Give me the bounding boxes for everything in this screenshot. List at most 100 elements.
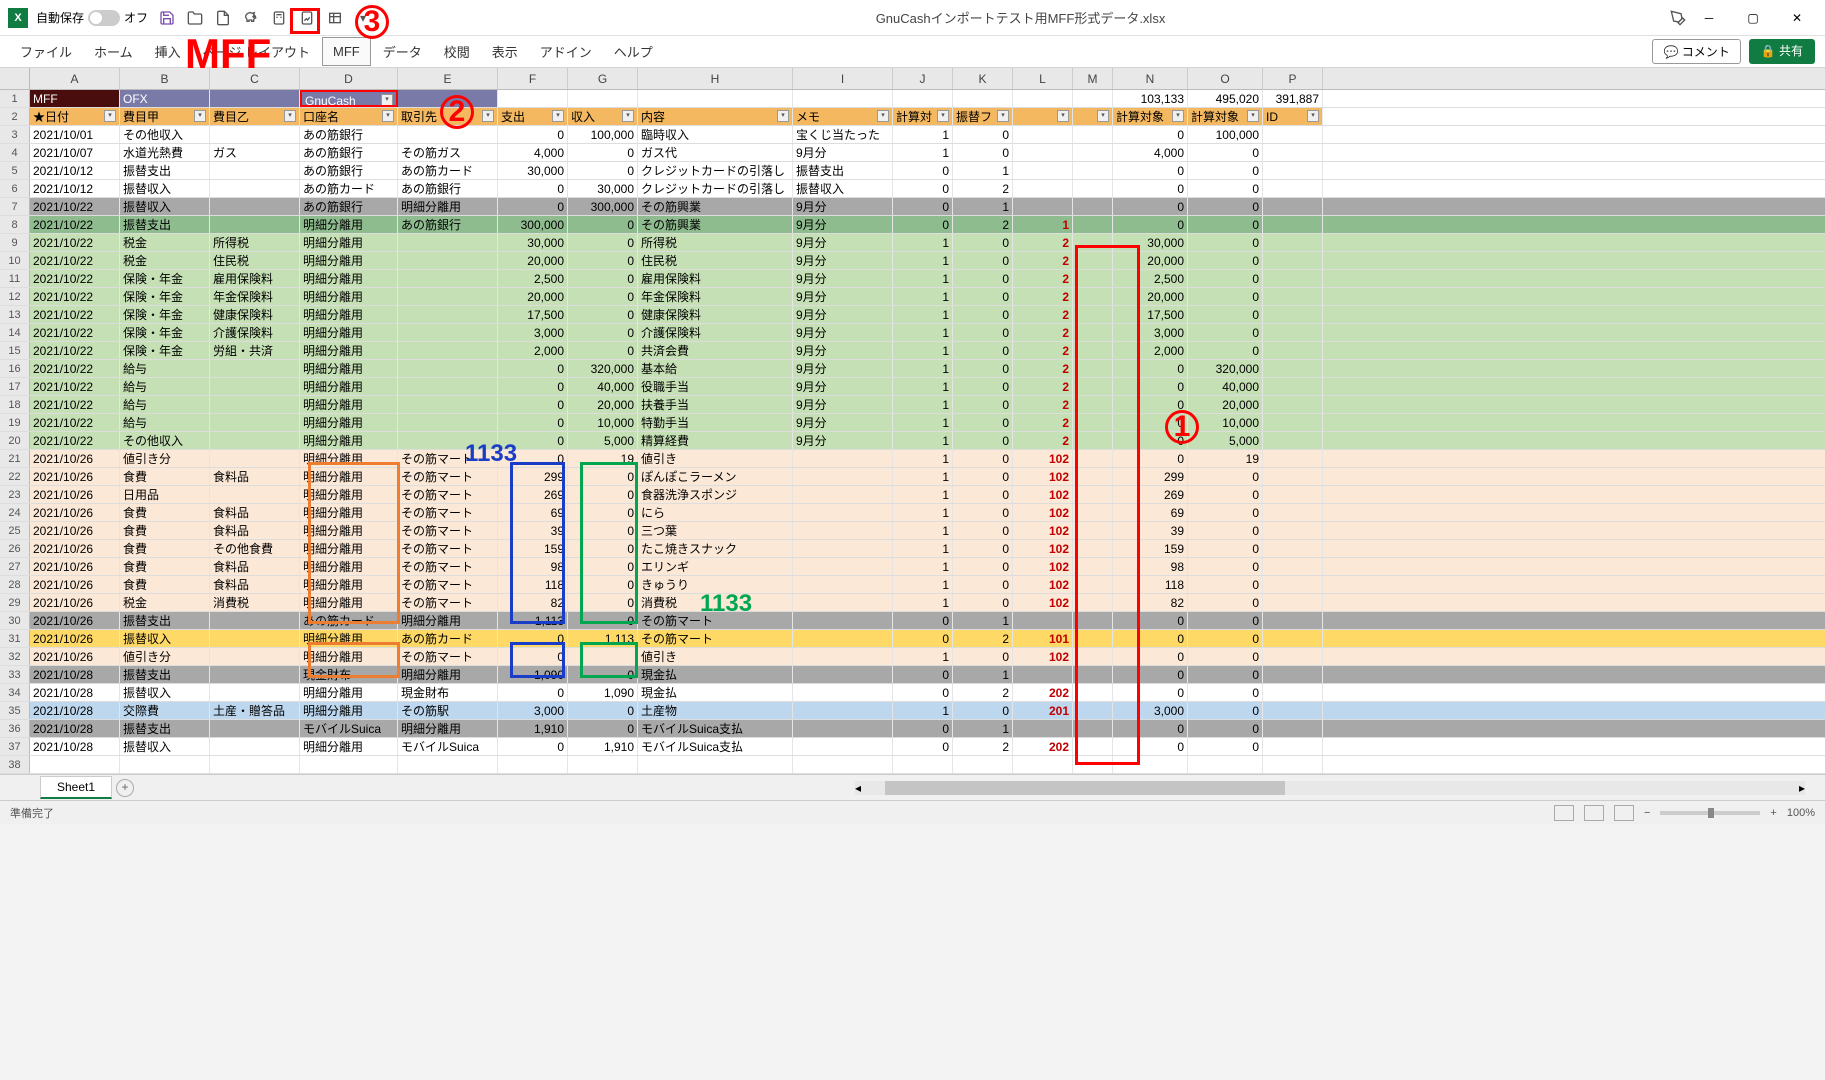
cell[interactable]: 振替支出 — [120, 216, 210, 233]
cell[interactable]: 0 — [1113, 180, 1188, 197]
cell[interactable] — [1073, 342, 1113, 359]
cell[interactable]: 値引き — [638, 450, 793, 467]
cell[interactable] — [1263, 234, 1323, 251]
cell[interactable] — [1188, 756, 1263, 773]
cell[interactable]: 0 — [1113, 630, 1188, 647]
cell[interactable]: 9月分 — [793, 414, 893, 431]
cell[interactable]: 0 — [953, 648, 1013, 665]
cell[interactable] — [1073, 738, 1113, 755]
col-header-F[interactable]: F — [498, 68, 568, 89]
cell[interactable]: 明細分離用 — [300, 702, 398, 719]
header-cell[interactable]: 振替フ▾ — [953, 108, 1013, 125]
cell[interactable]: 0 — [568, 324, 638, 341]
cell[interactable] — [1013, 198, 1073, 215]
cell[interactable]: 0 — [568, 540, 638, 557]
cell[interactable]: 118 — [1113, 576, 1188, 593]
cell[interactable]: 1,113 — [568, 630, 638, 647]
cell[interactable]: 100,000 — [1188, 126, 1263, 143]
cell[interactable] — [793, 540, 893, 557]
row-header[interactable]: 27 — [0, 558, 30, 575]
row-header[interactable]: 8 — [0, 216, 30, 233]
cell[interactable]: 9月分 — [793, 270, 893, 287]
row-header[interactable]: 11 — [0, 270, 30, 287]
cell[interactable]: クレジットカードの引落し — [638, 180, 793, 197]
cell[interactable]: 30,000 — [498, 162, 568, 179]
cell[interactable] — [498, 90, 568, 107]
cell[interactable]: 0 — [1188, 738, 1263, 755]
cell[interactable] — [1073, 666, 1113, 683]
cell[interactable]: 2 — [1013, 234, 1073, 251]
cell[interactable]: 食料品 — [210, 522, 300, 539]
cell[interactable] — [893, 756, 953, 773]
open-icon[interactable] — [184, 7, 206, 29]
cell[interactable]: 1 — [953, 198, 1013, 215]
cell[interactable]: 20,000 — [1113, 288, 1188, 305]
cell[interactable]: 0 — [1113, 720, 1188, 737]
cell[interactable]: 振替支出 — [120, 720, 210, 737]
cell[interactable]: 0 — [498, 630, 568, 647]
header-cell[interactable]: 支出▾ — [498, 108, 568, 125]
cell[interactable]: 0 — [953, 594, 1013, 611]
cell[interactable]: 0 — [568, 576, 638, 593]
cell[interactable]: 30,000 — [498, 234, 568, 251]
cell[interactable]: 0 — [1113, 360, 1188, 377]
cell[interactable] — [1013, 90, 1073, 107]
cell[interactable]: 給与 — [120, 396, 210, 413]
col-header-E[interactable]: E — [398, 68, 498, 89]
cell[interactable]: 299 — [498, 468, 568, 485]
cell[interactable]: 4,000 — [1113, 144, 1188, 161]
cell[interactable] — [793, 666, 893, 683]
header-cell[interactable]: 内容▾ — [638, 108, 793, 125]
cell[interactable] — [1263, 144, 1323, 161]
cell[interactable] — [1073, 522, 1113, 539]
cell[interactable]: 2 — [1013, 342, 1073, 359]
col-header-D[interactable]: D — [300, 68, 398, 89]
cell[interactable]: 391,887 — [1263, 90, 1323, 107]
cell[interactable]: 1 — [893, 468, 953, 485]
cell[interactable]: 0 — [1188, 252, 1263, 269]
cell[interactable]: 20,000 — [568, 396, 638, 413]
cell[interactable]: 保険・年金 — [120, 288, 210, 305]
header-cell[interactable]: 取引先▾ — [398, 108, 498, 125]
cell[interactable] — [793, 522, 893, 539]
cell[interactable]: 269 — [498, 486, 568, 503]
cell[interactable] — [210, 648, 300, 665]
cell[interactable]: 振替収入 — [120, 180, 210, 197]
cell[interactable]: 明細分離用 — [398, 666, 498, 683]
cell[interactable] — [1073, 684, 1113, 701]
cell[interactable]: 2021/10/26 — [30, 612, 120, 629]
cell[interactable]: クレジットカードの引落し — [638, 162, 793, 179]
ribbon-tab-ヘルプ[interactable]: ヘルプ — [604, 36, 663, 67]
cell[interactable]: 69 — [1113, 504, 1188, 521]
cell[interactable]: 0 — [1113, 648, 1188, 665]
cell[interactable]: 0 — [953, 144, 1013, 161]
cell[interactable] — [1073, 306, 1113, 323]
header-cell[interactable]: ▾ — [1013, 108, 1073, 125]
cell[interactable]: 2021/10/22 — [30, 324, 120, 341]
cell[interactable]: 0 — [893, 684, 953, 701]
cell[interactable] — [1263, 612, 1323, 629]
cell[interactable]: 精算経費 — [638, 432, 793, 449]
cell[interactable]: 17,500 — [1113, 306, 1188, 323]
cell[interactable] — [1263, 504, 1323, 521]
cell[interactable]: 食器洗浄スポンジ — [638, 486, 793, 503]
cell[interactable]: 2021/10/26 — [30, 450, 120, 467]
share-button[interactable]: 🔒 共有 — [1749, 39, 1815, 64]
cell[interactable]: 1 — [893, 324, 953, 341]
cell[interactable]: 1 — [893, 144, 953, 161]
row-header[interactable]: 20 — [0, 432, 30, 449]
cell[interactable]: 値引き分 — [120, 450, 210, 467]
cell[interactable]: 水道光熱費 — [120, 144, 210, 161]
cell[interactable] — [398, 396, 498, 413]
horizontal-scrollbar[interactable]: ◂ ▸ — [855, 781, 1805, 795]
cell[interactable]: 0 — [1188, 324, 1263, 341]
cell[interactable]: 102 — [1013, 486, 1073, 503]
row-header[interactable]: 17 — [0, 378, 30, 395]
cell[interactable]: 0 — [953, 486, 1013, 503]
cell[interactable]: 0 — [498, 180, 568, 197]
cell[interactable] — [1263, 216, 1323, 233]
cell[interactable]: 2 — [1013, 252, 1073, 269]
cell[interactable]: その筋マート — [398, 486, 498, 503]
cell[interactable] — [1073, 540, 1113, 557]
cell[interactable] — [1263, 756, 1323, 773]
